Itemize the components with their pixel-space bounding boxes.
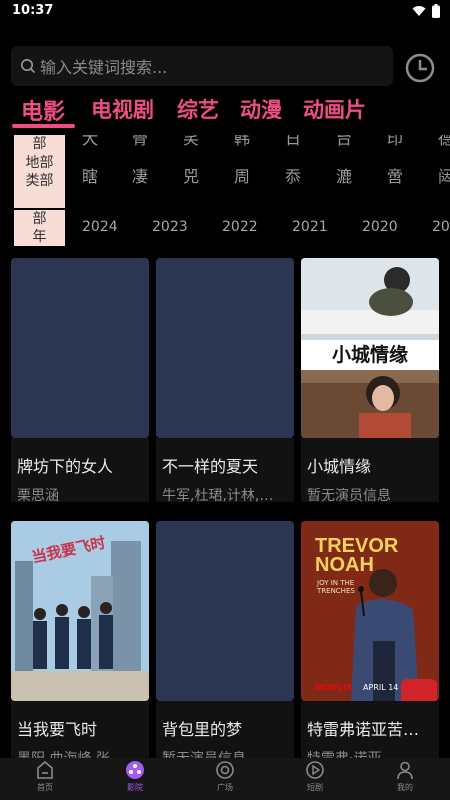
filter-option[interactable]: 漉 xyxy=(336,163,352,187)
poster-date-art: APRIL 14 xyxy=(363,683,399,692)
status-icons xyxy=(412,4,440,18)
search-input[interactable]: 输入关键词搜索... xyxy=(11,46,393,86)
filter-option[interactable]: 日 xyxy=(285,135,301,149)
movie-card[interactable]: 小城情缘 小城情缘 暂无演员信息 xyxy=(301,258,439,504)
movie-poster xyxy=(156,258,294,438)
year-option[interactable]: 2021 xyxy=(292,219,328,235)
movie-info: 当我要飞时 墨阳,曲海峰,张… xyxy=(11,701,149,767)
filter-label-text: 年 xyxy=(32,229,47,245)
nav-cinema[interactable]: 影院 xyxy=(105,760,165,793)
tab-movie[interactable]: 电影 xyxy=(21,94,65,126)
movie-card[interactable]: 当我要飞时 当我要飞时 墨阳,曲海峰,张… xyxy=(11,521,149,767)
filter-label-text: 类部 xyxy=(25,173,54,189)
filter-option[interactable]: 骨 xyxy=(132,135,148,149)
filter-option[interactable]: 台 xyxy=(336,135,352,149)
filter-label-year[interactable]: 部 年 xyxy=(14,210,65,246)
filter-option[interactable]: 周 xyxy=(234,163,250,187)
wifi-icon xyxy=(412,6,426,16)
movie-card[interactable]: 不一样的夏天 牛军,杜珺,计林,… xyxy=(156,258,294,504)
movie-poster: 当我要飞时 xyxy=(11,521,149,701)
nav-label: 广场 xyxy=(217,783,233,792)
year-option[interactable]: 2023 xyxy=(152,219,188,235)
poster-title-art: 小城情缘 xyxy=(331,344,408,366)
movie-poster xyxy=(11,258,149,438)
year-option[interactable]: 2024 xyxy=(82,219,118,235)
history-button[interactable] xyxy=(404,52,436,84)
tab-variety[interactable]: 综艺 xyxy=(177,94,219,124)
tab-cartoon[interactable]: 动画片 xyxy=(303,94,366,124)
nav-home[interactable]: 首页 xyxy=(15,760,75,793)
filter-option[interactable]: 忝 xyxy=(285,163,301,187)
movie-poster: 小城情缘 xyxy=(301,258,439,438)
tab-anime[interactable]: 动漫 xyxy=(240,94,282,124)
filter-option[interactable]: 笑 xyxy=(183,135,199,149)
filter-option[interactable]: 兕 xyxy=(183,163,199,187)
search-row: 输入关键词搜索... xyxy=(0,44,450,88)
filter-option[interactable]: 德 xyxy=(438,135,450,149)
filter-label-text: 部 xyxy=(32,136,47,152)
play-icon xyxy=(306,761,324,779)
nav-mine[interactable]: 我的 xyxy=(375,760,435,793)
nav-label: 我的 xyxy=(397,783,413,792)
tab-active-underline xyxy=(12,124,75,128)
nav-label: 首页 xyxy=(37,783,53,792)
movie-cast: 暂无演员信息 xyxy=(307,488,391,504)
filter-option[interactable]: 凄 xyxy=(132,163,148,187)
movie-title: 小城情缘 xyxy=(307,457,372,476)
tab-tv[interactable]: 电视剧 xyxy=(91,94,154,124)
plaza-icon xyxy=(216,761,234,779)
movie-info: 特雷弗诺亚苦… 特雷弗·诺亚 xyxy=(301,701,439,767)
user-icon xyxy=(397,761,413,780)
battery-icon xyxy=(432,4,440,18)
gift-badge-icon[interactable] xyxy=(401,679,437,701)
movie-poster: TREVOR NOAH JOY IN THE TRENCHES NETFLIX … xyxy=(301,521,439,701)
movie-cast: 栗思涵 xyxy=(17,488,59,504)
home-icon xyxy=(37,760,53,779)
year-option[interactable]: 2020 xyxy=(362,219,398,235)
movie-card[interactable]: 牌坊下的女人 栗思涵 xyxy=(11,258,149,504)
movie-card[interactable]: TREVOR NOAH JOY IN THE TRENCHES NETFLIX … xyxy=(301,521,439,767)
poster-subtitle-art: JOY IN THE TRENCHES xyxy=(317,579,355,595)
clock-icon xyxy=(405,53,435,83)
filter-option[interactable]: 印 xyxy=(387,135,403,149)
nav-short-drama[interactable]: 短剧 xyxy=(285,760,345,793)
nav-label: 影院 xyxy=(127,783,143,792)
movie-info: 小城情缘 暂无演员信息 xyxy=(301,438,439,504)
year-option[interactable]: 20 xyxy=(432,219,450,235)
year-option[interactable]: 2022 xyxy=(222,219,258,235)
filter-label-text: 部 xyxy=(32,211,47,227)
filter-option[interactable]: 啻 xyxy=(387,163,403,187)
search-placeholder: 输入关键词搜索... xyxy=(40,58,168,77)
status-time: 10:37 xyxy=(12,3,54,18)
bottom-nav: 首页 影院 广场 短剧 我的 xyxy=(0,758,450,800)
movie-title: 牌坊下的女人 xyxy=(17,457,114,476)
movie-info: 背包里的梦 暂无演员信息 xyxy=(156,701,294,767)
filter-area: 部 地部 类部 部 年 犬 骨 笑 韩 日 台 印 德 瞎 凄 兕 周 忝 漉 … xyxy=(0,135,450,247)
movie-title: 背包里的梦 xyxy=(162,720,243,739)
category-tabs: 电影 电视剧 综艺 动漫 动画片 xyxy=(0,88,450,130)
movie-title: 不一样的夏天 xyxy=(162,457,259,476)
cinema-icon xyxy=(126,761,144,779)
movie-info: 牌坊下的女人 栗思涵 xyxy=(11,438,149,504)
nav-plaza[interactable]: 广场 xyxy=(195,760,255,793)
filter-label-region[interactable]: 部 地部 类部 xyxy=(14,135,65,208)
movie-title: 特雷弗诺亚苦… xyxy=(307,720,420,739)
filter-option[interactable]: 闼 xyxy=(438,163,450,187)
movie-cast: 牛军,杜珺,计林,… xyxy=(162,488,274,504)
poster-title-art: TREVOR NOAH xyxy=(315,535,399,576)
movie-card[interactable]: 背包里的梦 暂无演员信息 xyxy=(156,521,294,767)
movie-info: 不一样的夏天 牛军,杜珺,计林,… xyxy=(156,438,294,504)
filter-option[interactable]: 瞎 xyxy=(82,163,98,187)
search-icon xyxy=(21,59,36,74)
poster-brand-art: NETFLIX xyxy=(315,683,353,692)
filter-option[interactable]: 韩 xyxy=(234,135,250,149)
status-bar: 10:37 xyxy=(0,0,450,22)
filter-option[interactable]: 犬 xyxy=(82,135,98,149)
nav-label: 短剧 xyxy=(307,783,323,792)
movie-poster xyxy=(156,521,294,701)
filter-label-text: 地部 xyxy=(25,155,54,171)
movie-title: 当我要飞时 xyxy=(17,720,98,739)
